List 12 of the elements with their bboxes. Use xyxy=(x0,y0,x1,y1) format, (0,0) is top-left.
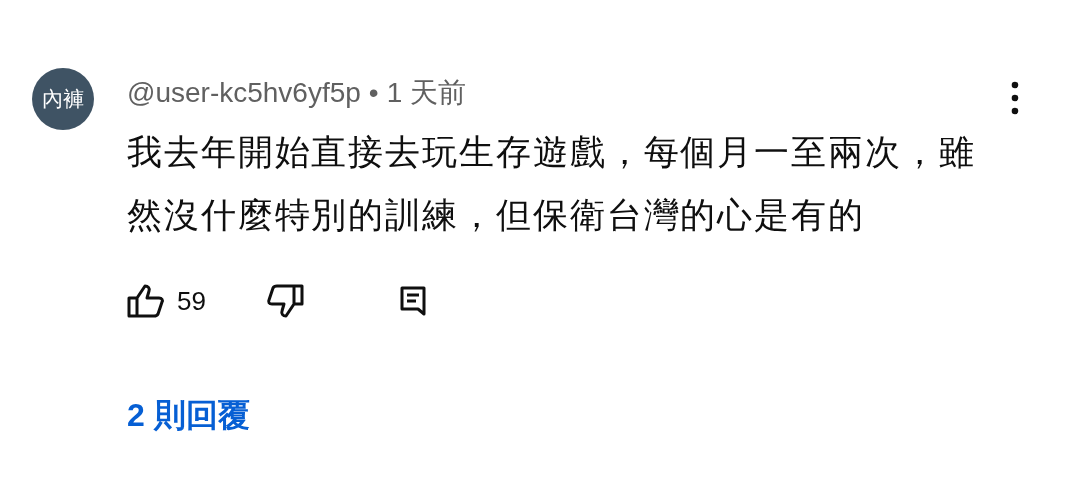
thumbs-up-icon xyxy=(127,284,165,318)
author-name[interactable]: @user-kc5hv6yf5p xyxy=(127,77,361,109)
thumbs-down-icon xyxy=(265,284,304,318)
avatar[interactable]: 內褲 xyxy=(32,68,94,130)
dislike-button[interactable] xyxy=(265,284,304,318)
reply-button[interactable] xyxy=(399,286,426,316)
comment-icon xyxy=(399,286,426,316)
comment-text: 我去年開始直接去玩生存遊戲，每個月一至兩次，雖然沒什麼特別的訓練，但保衛台灣的心是有的 xyxy=(127,131,977,236)
separator-dot: • xyxy=(368,77,379,109)
like-button[interactable]: 59 xyxy=(127,284,206,318)
replies-link[interactable]: 2 則回覆 xyxy=(127,388,250,444)
comment-time: 1 天前 xyxy=(386,76,467,110)
